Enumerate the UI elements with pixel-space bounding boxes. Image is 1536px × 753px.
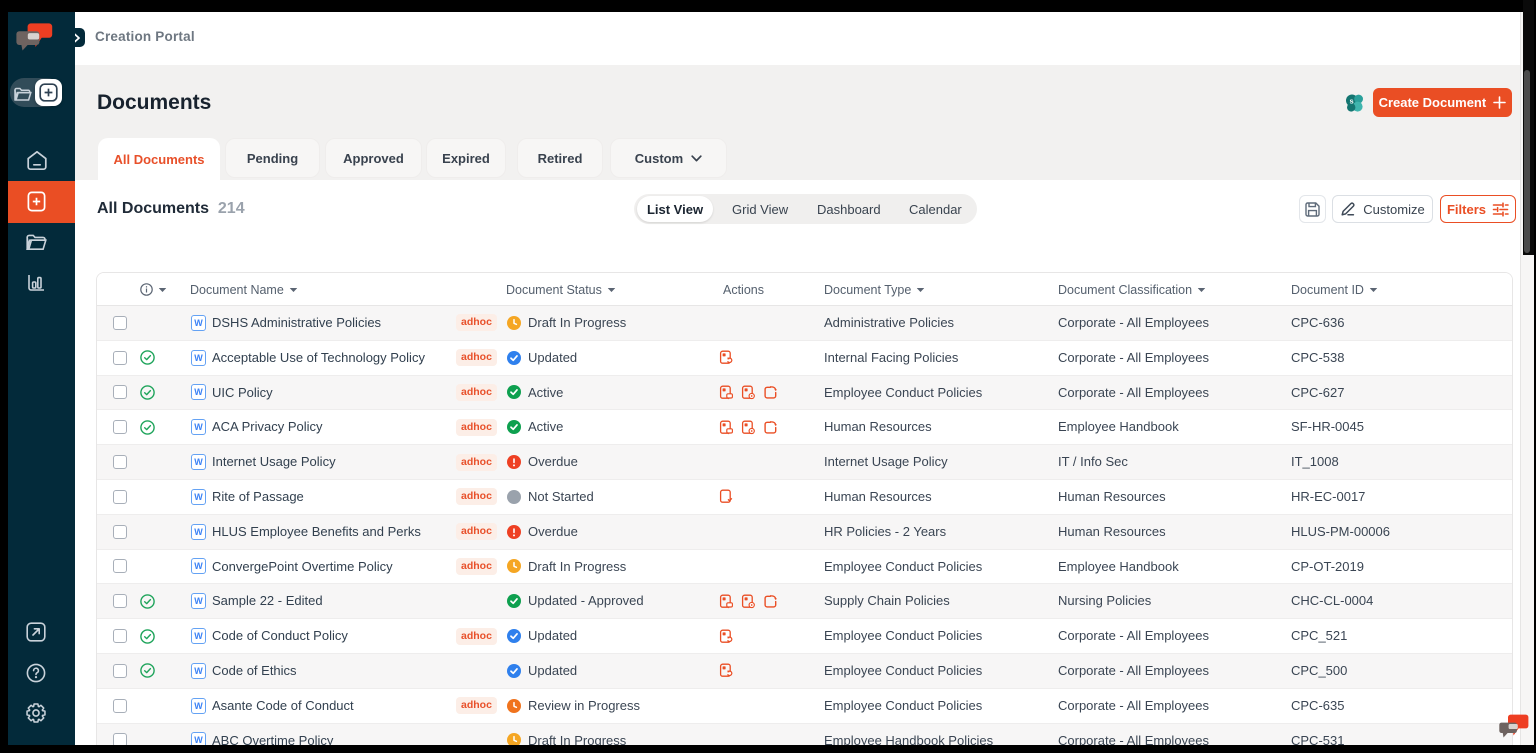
svg-text:s: s: [1350, 97, 1354, 106]
